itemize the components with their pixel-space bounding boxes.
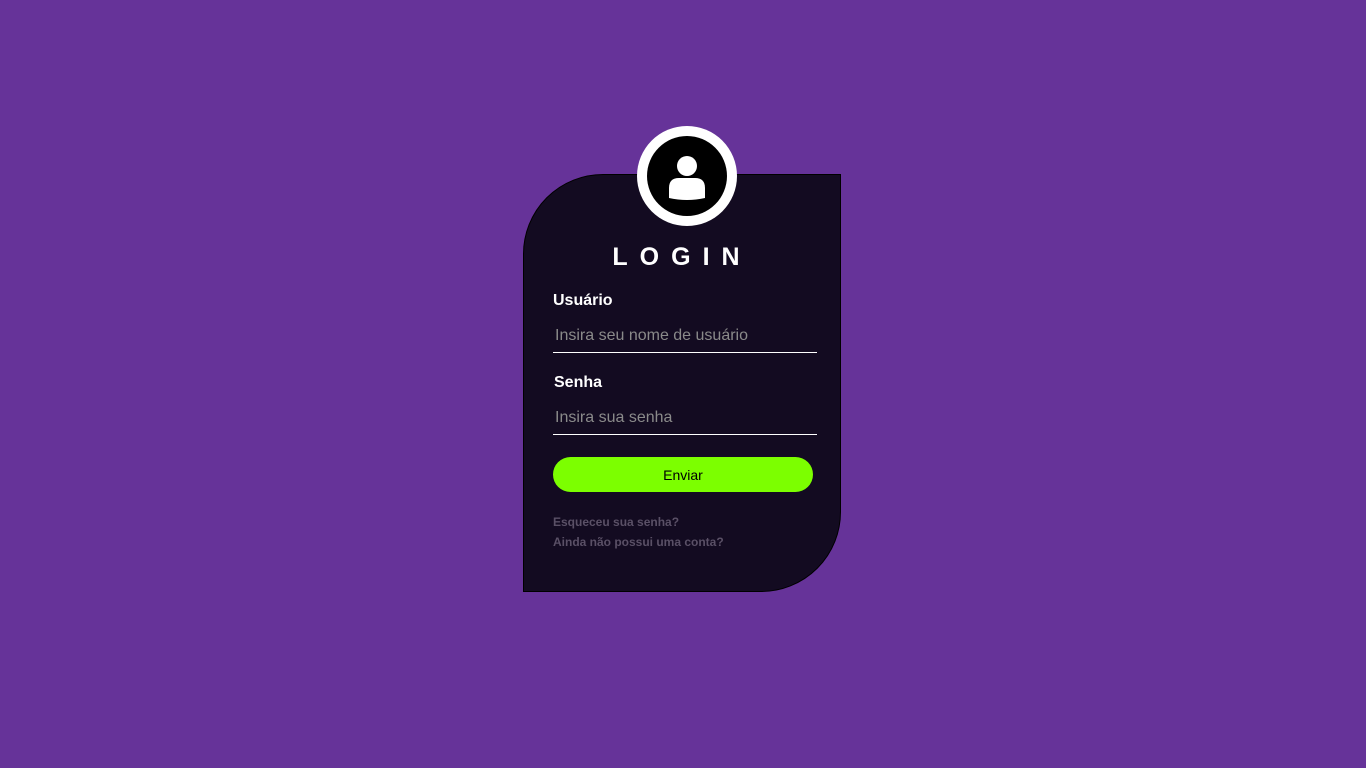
user-icon	[647, 136, 727, 216]
submit-button[interactable]: Enviar	[553, 457, 813, 492]
page-title: LOGIN	[612, 243, 752, 271]
username-input[interactable]	[553, 319, 817, 353]
forgot-password-link[interactable]: Esqueceu sua senha?	[553, 515, 679, 529]
username-label: Usuário	[553, 292, 613, 309]
password-input[interactable]	[553, 401, 817, 435]
signup-link[interactable]: Ainda não possui uma conta?	[553, 535, 724, 549]
avatar	[637, 126, 737, 226]
password-label: Senha	[554, 374, 603, 391]
